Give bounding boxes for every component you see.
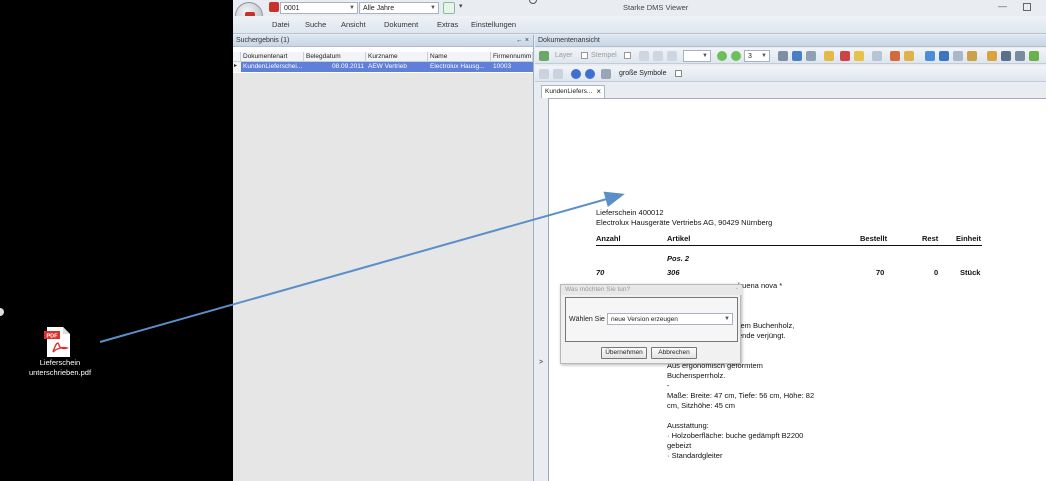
drag-arrow [99, 191, 625, 343]
